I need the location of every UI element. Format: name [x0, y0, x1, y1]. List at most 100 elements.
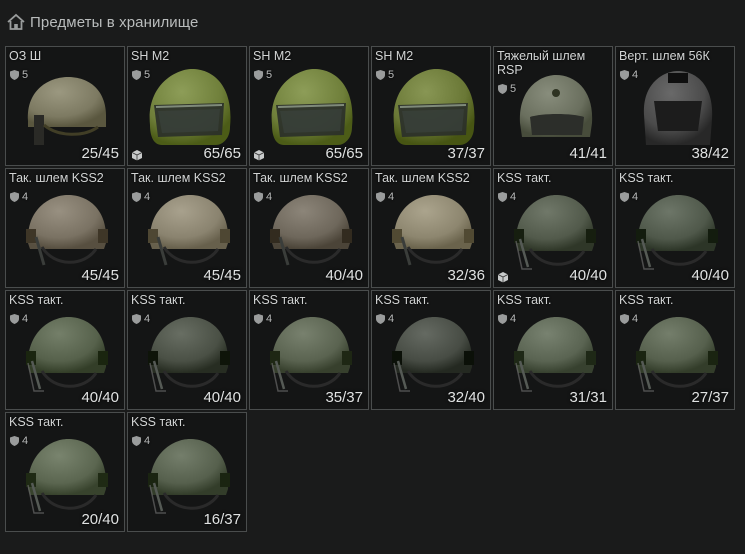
durability: 40/40 — [569, 267, 607, 284]
armor-class: 4 — [254, 313, 272, 325]
shield-icon — [620, 314, 629, 324]
armor-class: 5 — [498, 83, 516, 95]
shield-icon — [376, 314, 385, 324]
item-name: Верт. шлем 56К — [619, 49, 710, 63]
item-name: KSS такт. — [619, 293, 674, 307]
item-cell[interactable]: KSS такт. 4 35/37 — [249, 290, 369, 410]
shield-icon — [254, 70, 263, 80]
helmet-image — [636, 195, 718, 270]
page-header: Предметы в хранилище — [6, 10, 199, 34]
helmet-image — [519, 75, 593, 137]
helmet-image — [27, 77, 107, 145]
helmet-image — [149, 69, 231, 145]
item-name: Так. шлем KSS2 — [253, 171, 348, 185]
armor-class-value: 5 — [510, 83, 517, 95]
item-name: SH M2 — [253, 49, 292, 63]
helmet-image — [270, 317, 352, 392]
item-cell[interactable]: KSS такт. 4 20/40 — [5, 412, 125, 532]
durability: 31/31 — [569, 389, 607, 406]
armor-class-value: 4 — [22, 191, 29, 203]
item-cell[interactable]: Так. шлем KSS2 4 40/40 — [249, 168, 369, 288]
storage-grid: ОЗ Ш 5 25/45 SH M2 5 65/65 SH M2 5 65/65 SH M2… — [5, 46, 735, 532]
armor-class: 4 — [376, 313, 394, 325]
durability: 45/45 — [81, 267, 119, 284]
item-cell[interactable]: KSS такт. 4 40/40 — [615, 168, 735, 288]
armor-class: 4 — [10, 313, 28, 325]
helmet-image — [26, 317, 108, 392]
shield-icon — [376, 192, 385, 202]
item-cell[interactable]: SH M2 5 65/65 — [249, 46, 369, 166]
armor-class-value: 4 — [632, 313, 639, 325]
shield-icon — [132, 436, 141, 446]
helmet-image — [392, 317, 474, 392]
helmet-image — [643, 71, 713, 145]
armor-class-value: 4 — [632, 69, 639, 81]
armor-class: 4 — [498, 191, 516, 203]
item-name: ОЗ Ш — [9, 49, 42, 63]
item-cell[interactable]: KSS такт. 4 27/37 — [615, 290, 735, 410]
durability: 32/36 — [447, 267, 485, 284]
found-in-raid-icon — [253, 150, 265, 161]
item-cell[interactable]: KSS такт. 4 31/31 — [493, 290, 613, 410]
helmet-image — [514, 195, 596, 270]
shield-icon — [132, 314, 141, 324]
item-name: KSS такт. — [131, 415, 186, 429]
item-name: Тяжелый шлем RSP — [497, 49, 586, 77]
armor-class-value: 4 — [510, 191, 517, 203]
armor-class: 4 — [132, 191, 150, 203]
item-cell[interactable]: SH M2 5 37/37 — [371, 46, 491, 166]
durability: 40/40 — [691, 267, 729, 284]
item-cell[interactable]: ОЗ Ш 5 25/45 — [5, 46, 125, 166]
armor-class: 4 — [620, 69, 638, 81]
item-name: KSS такт. — [131, 293, 186, 307]
durability: 37/37 — [447, 145, 485, 162]
armor-class-value: 4 — [22, 435, 29, 447]
item-name: KSS такт. — [619, 171, 674, 185]
helmet-image — [514, 317, 596, 392]
found-in-raid-icon — [497, 272, 509, 283]
item-cell[interactable]: Так. шлем KSS2 4 45/45 — [5, 168, 125, 288]
helmet-image — [271, 69, 353, 145]
shield-icon — [132, 192, 141, 202]
item-cell[interactable]: KSS такт. 4 40/40 — [5, 290, 125, 410]
item-cell[interactable]: Так. шлем KSS2 4 32/36 — [371, 168, 491, 288]
armor-class: 4 — [498, 313, 516, 325]
shield-icon — [620, 70, 629, 80]
helmet-image — [148, 195, 230, 266]
item-cell[interactable]: Тяжелый шлем RSP 5 41/41 — [493, 46, 613, 166]
item-name: KSS такт. — [253, 293, 308, 307]
armor-class-value: 5 — [266, 69, 273, 81]
armor-class: 4 — [10, 191, 28, 203]
durability: 32/40 — [447, 389, 485, 406]
armor-class: 4 — [10, 435, 28, 447]
armor-class-value: 5 — [22, 69, 29, 81]
armor-class-value: 4 — [144, 313, 151, 325]
armor-class-value: 4 — [510, 313, 517, 325]
item-cell[interactable]: SH M2 5 65/65 — [127, 46, 247, 166]
item-cell[interactable]: KSS такт. 4 16/37 — [127, 412, 247, 532]
home-icon[interactable] — [6, 12, 26, 32]
item-cell[interactable]: KSS такт. 4 40/40 — [493, 168, 613, 288]
item-cell[interactable]: KSS такт. 4 32/40 — [371, 290, 491, 410]
durability: 16/37 — [203, 511, 241, 528]
armor-class: 4 — [376, 191, 394, 203]
durability: 40/40 — [325, 267, 363, 284]
armor-class-value: 4 — [632, 191, 639, 203]
durability: 65/65 — [203, 145, 241, 162]
armor-class-value: 4 — [22, 313, 29, 325]
helmet-image — [392, 195, 474, 266]
helmet-image — [26, 195, 108, 266]
item-cell[interactable]: KSS такт. 4 40/40 — [127, 290, 247, 410]
item-name: Так. шлем KSS2 — [375, 171, 470, 185]
durability: 27/37 — [691, 389, 729, 406]
armor-class: 5 — [376, 69, 394, 81]
item-cell[interactable]: Так. шлем KSS2 4 45/45 — [127, 168, 247, 288]
found-in-raid-icon — [131, 150, 143, 161]
armor-class: 4 — [254, 191, 272, 203]
helmet-image — [270, 195, 352, 266]
shield-icon — [254, 314, 263, 324]
armor-class: 4 — [132, 313, 150, 325]
item-name: Так. шлем KSS2 — [131, 171, 226, 185]
item-cell[interactable]: Верт. шлем 56К 4 38/42 — [615, 46, 735, 166]
shield-icon — [254, 192, 263, 202]
